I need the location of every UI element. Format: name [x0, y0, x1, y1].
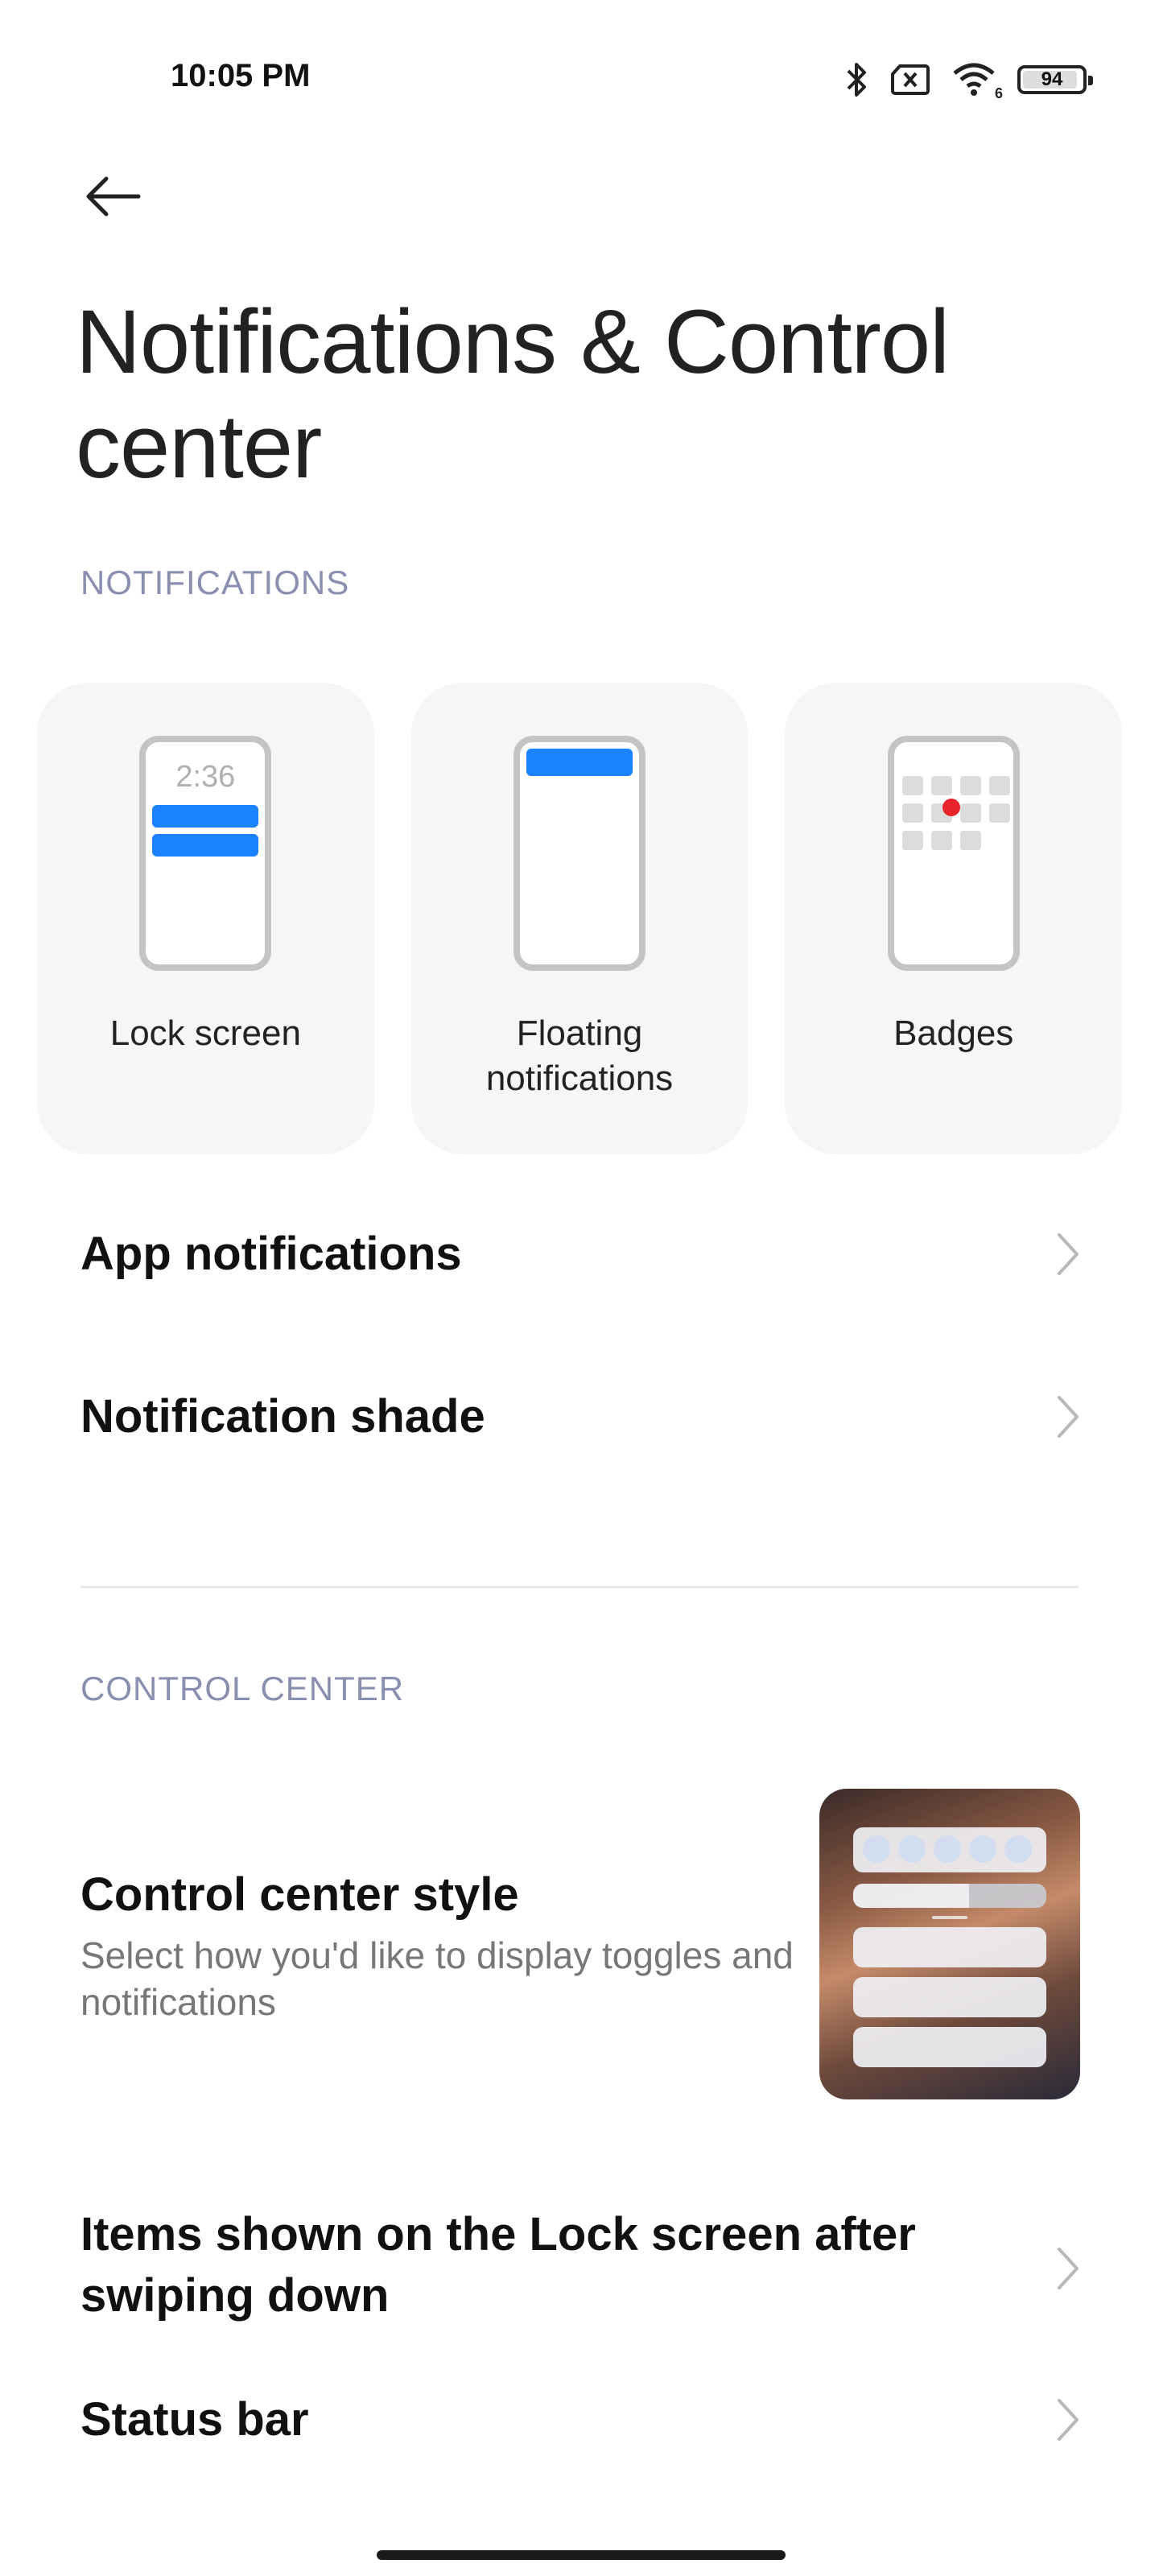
- chevron-right-icon: [1058, 2248, 1079, 2289]
- status-bar-item[interactable]: Status bar: [0, 2365, 1159, 2478]
- item-description: Select how you'd like to display toggles…: [80, 1934, 794, 2023]
- wifi-icon: 6: [951, 62, 1003, 101]
- back-arrow-icon: [86, 176, 141, 217]
- card-label: Lock screen: [109, 1013, 301, 1053]
- item-title: Items shown on the Lock screen after swi…: [80, 2208, 916, 2322]
- chevron-right-icon: [1058, 1396, 1079, 1438]
- status-bar: 10:05 PM 6 94: [0, 0, 1159, 161]
- lock-screen-swipe-items[interactable]: Items shown on the Lock screen after swi…: [0, 2190, 1159, 2351]
- item-title: App notifications: [80, 1228, 462, 1280]
- status-time: 10:05 PM: [171, 58, 311, 93]
- item-title: Status bar: [80, 2393, 309, 2446]
- section-header-control-center: CONTROL CENTER: [80, 1670, 405, 1707]
- card-label: Badges: [893, 1013, 1014, 1053]
- app-notifications-item[interactable]: App notifications: [0, 1199, 1159, 1312]
- card-label: Floating notifications: [485, 1013, 674, 1098]
- preview-floating-banner: [526, 749, 633, 776]
- badges-preview-icon: [887, 736, 1020, 971]
- control-center-style-preview[interactable]: [819, 1789, 1080, 2099]
- home-indicator[interactable]: [377, 2550, 786, 2560]
- card-floating-notifications[interactable]: Floating notifications: [410, 683, 749, 1154]
- item-title: Control center style: [80, 1868, 519, 1921]
- lock-screen-preview-time: 2:36: [175, 760, 236, 794]
- chevron-right-icon: [1058, 2399, 1079, 2441]
- lock-screen-preview-icon: 2:36: [139, 736, 272, 971]
- preview-notification-bar: [152, 805, 259, 828]
- card-lock-screen[interactable]: 2:36 Lock screen: [37, 683, 374, 1154]
- notification-shade-item[interactable]: Notification shade: [0, 1362, 1159, 1475]
- back-button[interactable]: [74, 158, 151, 235]
- battery-percent: 94: [1041, 68, 1063, 90]
- bluetooth-icon: [845, 61, 869, 98]
- toggle-dots: [853, 1827, 1046, 1871]
- preview-notification-bar: [152, 834, 259, 857]
- item-title: Notification shade: [80, 1390, 485, 1443]
- status-icons: 6 94: [845, 58, 1093, 101]
- no-sim-icon: [890, 64, 930, 96]
- page-title: Notifications & Control center: [76, 291, 950, 497]
- wifi-label: 6: [994, 85, 1003, 101]
- chevron-right-icon: [1058, 1233, 1079, 1275]
- section-header-notifications: NOTIFICATIONS: [80, 564, 350, 601]
- notification-style-cards: 2:36 Lock screen Floating notifications …: [37, 683, 1123, 1154]
- floating-notifications-preview-icon: [514, 736, 645, 971]
- brightness-slider: [853, 1884, 1046, 1908]
- section-divider: [80, 1586, 1079, 1588]
- battery-icon: 94: [1017, 65, 1093, 94]
- card-badges[interactable]: Badges: [785, 683, 1123, 1154]
- badge-dot: [942, 799, 960, 816]
